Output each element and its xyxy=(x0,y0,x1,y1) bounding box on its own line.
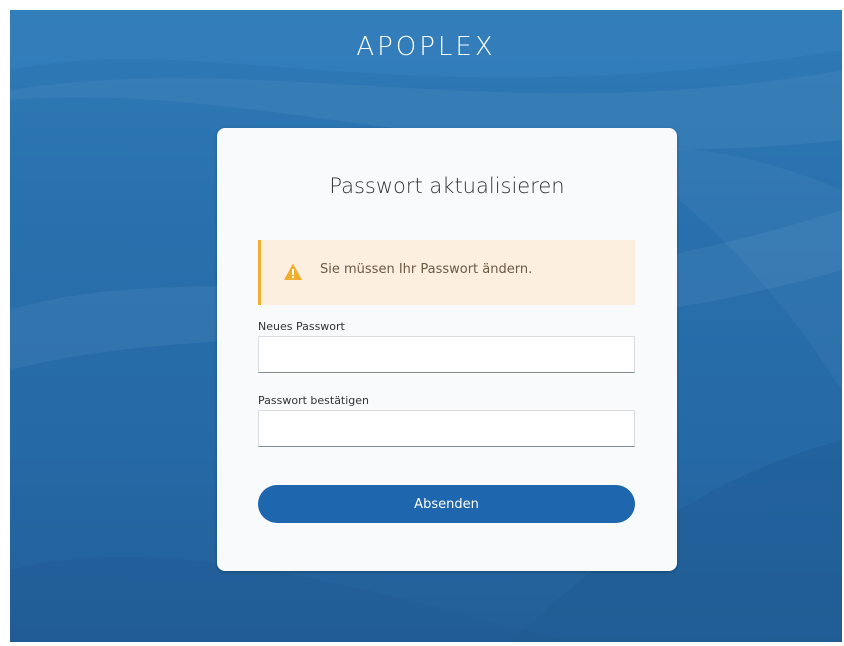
alert-message: Sie müssen Ihr Passwort ändern. xyxy=(320,262,533,277)
login-background: APOPLEX Passwort aktualisieren Sie müsse… xyxy=(10,10,842,642)
page-title: Passwort aktualisieren xyxy=(329,174,565,198)
confirm-password-input[interactable] xyxy=(258,410,635,447)
confirm-password-label: Passwort bestätigen xyxy=(258,394,370,407)
password-update-card: Passwort aktualisieren Sie müssen Ihr Pa… xyxy=(217,128,677,571)
app-logo-text: APOPLEX xyxy=(356,32,496,62)
new-password-label: Neues Passwort xyxy=(258,320,345,333)
warning-alert: Sie müssen Ihr Passwort ändern. xyxy=(258,240,635,305)
warning-triangle-icon xyxy=(284,263,302,280)
submit-button[interactable]: Absenden xyxy=(258,485,635,523)
new-password-input[interactable] xyxy=(258,336,635,373)
